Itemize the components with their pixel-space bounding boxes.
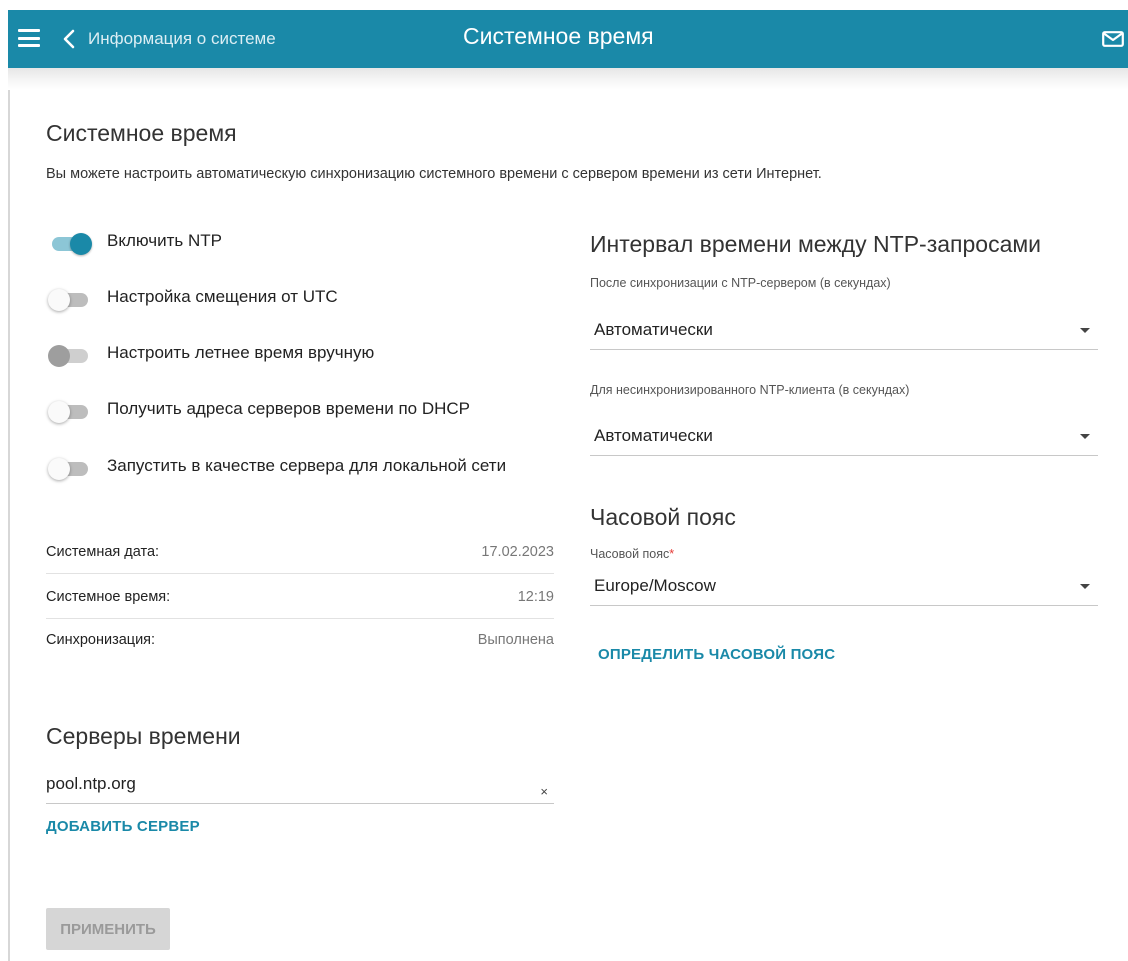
toggle-label: Настроить летнее время вручную xyxy=(107,343,375,362)
timezone-field-label: Часовой пояс* xyxy=(590,547,674,561)
chevron-left-icon xyxy=(63,29,75,49)
mail-icon[interactable] xyxy=(1102,31,1124,47)
toggle-switch xyxy=(46,343,92,367)
menu-icon[interactable] xyxy=(18,29,40,47)
back-label: Информация о системе xyxy=(88,29,276,48)
timezone-select[interactable]: Europe/Moscow xyxy=(590,566,1098,606)
timezone-label-text: Часовой пояс xyxy=(590,547,670,561)
top-bar: Информация о системе Системное время xyxy=(8,10,1128,68)
sync-status-value: Выполнена xyxy=(477,632,554,648)
sync-status-label: Синхронизация: xyxy=(46,632,156,648)
clear-icon[interactable]: × xyxy=(540,784,548,799)
toggle-switch[interactable] xyxy=(46,231,92,255)
system-date-value: 17.02.2023 xyxy=(481,543,554,560)
system-date-row: Системная дата: 17.02.2023 xyxy=(46,530,554,574)
toggle-local-server[interactable]: Запустить в качестве сервера для локальн… xyxy=(46,456,537,480)
toggle-switch[interactable] xyxy=(46,399,92,423)
header-shadow xyxy=(8,68,1128,90)
page-header-title: Системное время xyxy=(463,23,654,49)
page-description: Вы можете настроить автоматическую синхр… xyxy=(46,166,822,182)
dropdown-arrow-icon xyxy=(1080,434,1090,439)
toggle-dst-manual: Настроить летнее время вручную xyxy=(46,343,537,367)
timezone-value: Europe/Moscow xyxy=(594,576,716,595)
add-server-button[interactable]: ДОБАВИТЬ СЕРВЕР xyxy=(46,818,200,835)
toggle-utc-offset[interactable]: Настройка смещения от UTC xyxy=(46,287,537,311)
toggle-enable-ntp[interactable]: Включить NTP xyxy=(46,231,537,255)
toggle-dhcp-servers[interactable]: Получить адреса серверов времени по DHCP xyxy=(46,399,537,423)
unsync-select[interactable]: Автоматически xyxy=(590,416,1098,456)
unsync-value: Автоматически xyxy=(594,426,713,445)
server-value: pool.ntp.org xyxy=(46,774,136,793)
required-mark: * xyxy=(669,547,675,561)
after-sync-value: Автоматически xyxy=(594,320,713,339)
toggle-label: Настройка смещения от UTC xyxy=(107,287,338,306)
system-time-row: Системное время: 12:19 xyxy=(46,575,554,619)
after-sync-label: После синхронизации с NTP-сервером (в се… xyxy=(590,276,891,290)
unsync-label: Для несинхронизированного NTP-клиента (в… xyxy=(590,383,910,397)
after-sync-select[interactable]: Автоматически xyxy=(590,310,1098,350)
toggle-label: Получить адреса серверов времени по DHCP xyxy=(107,399,471,418)
interval-section-title: Интервал времени между NTP-запросами xyxy=(590,231,1042,257)
left-border xyxy=(8,90,10,961)
detect-timezone-button[interactable]: ОПРЕДЕЛИТЬ ЧАСОВОЙ ПОЯС xyxy=(598,646,835,663)
back-link[interactable]: Информация о системе xyxy=(62,24,276,54)
timezone-section-title: Часовой пояс xyxy=(590,504,736,530)
dropdown-arrow-icon xyxy=(1080,584,1090,589)
system-date-label: Системная дата: xyxy=(46,543,160,560)
toggle-switch[interactable] xyxy=(46,456,92,480)
toggle-switch[interactable] xyxy=(46,287,92,311)
dropdown-arrow-icon xyxy=(1080,328,1090,333)
server-input[interactable]: pool.ntp.org × xyxy=(46,768,554,804)
apply-button[interactable]: ПРИМЕНИТЬ xyxy=(46,908,170,950)
system-time-value: 12:19 xyxy=(517,588,554,605)
page-title: Системное время xyxy=(46,120,237,146)
system-time-label: Системное время: xyxy=(46,588,171,605)
toggle-label: Запустить в качестве сервера для локальн… xyxy=(107,456,507,475)
servers-section-title: Серверы времени xyxy=(46,723,241,749)
sync-status-row: Синхронизация: Выполнена xyxy=(46,618,554,662)
toggle-label: Включить NTP xyxy=(107,231,222,250)
